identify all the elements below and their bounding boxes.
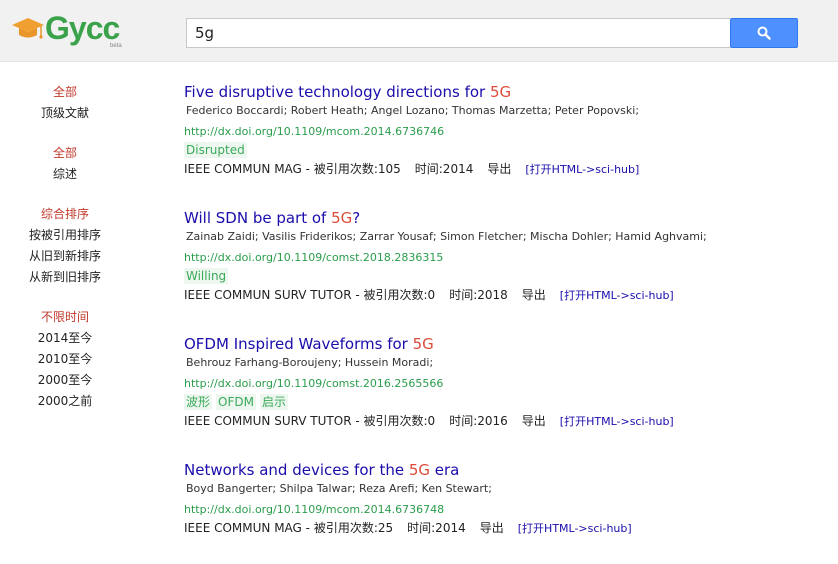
open-scihub-link[interactable]: [打开HTML->sci-hub]	[518, 522, 632, 535]
journal-citations: IEEE COMMUN SURV TUTOR - 被引用次数:0	[184, 288, 436, 302]
result-doi-link[interactable]: http://dx.doi.org/10.1109/mcom.2014.6736…	[184, 125, 824, 139]
result-title[interactable]: Networks and devices for the 5G era	[184, 461, 824, 479]
time-before-2000[interactable]: 2000之前	[0, 393, 130, 409]
keyword-tag[interactable]: Disrupted	[184, 142, 247, 158]
result-authors: Behrouz Farhang-Boroujeny; Hussein Morad…	[186, 356, 434, 369]
result-authors: Federico Boccardi; Robert Heath; Angel L…	[186, 104, 640, 117]
logo-beta: beta	[110, 43, 122, 49]
open-scihub-link[interactable]: [打开HTML->sci-hub]	[560, 415, 674, 428]
logo-text: Gycc	[45, 10, 120, 46]
result-meta: IEEE COMMUN MAG - 被引用次数:105 时间:2014 导出 [打开H…	[184, 161, 824, 178]
publication-year: 时间:2018	[449, 288, 508, 302]
result-authors: Zainab Zaidi; Vasilis Friderikos; Zarrar…	[186, 230, 707, 243]
keyword-tag[interactable]: OFDM	[216, 394, 256, 410]
export-link[interactable]: 导出	[487, 162, 511, 176]
graduation-cap-icon	[12, 18, 44, 39]
filter-top-literature[interactable]: 顶级文献	[0, 105, 130, 121]
filter-all-types[interactable]: 全部	[0, 145, 130, 161]
sort-by-citations[interactable]: 按被引用排序	[0, 227, 130, 243]
journal-citations: IEEE COMMUN MAG - 被引用次数:25	[184, 521, 394, 535]
result-title[interactable]: Will SDN be part of 5G?	[184, 209, 824, 227]
export-link[interactable]: 导出	[480, 521, 504, 535]
publication-year: 时间:2016	[449, 414, 508, 428]
open-scihub-link[interactable]: [打开HTML->sci-hub]	[525, 163, 639, 176]
search-button[interactable]	[730, 18, 798, 48]
filter-review[interactable]: 综述	[0, 166, 130, 182]
search-input[interactable]	[186, 18, 730, 48]
filter-all-literature[interactable]: 全部	[0, 84, 130, 100]
publication-year: 时间:2014	[407, 521, 466, 535]
result-tags: 波形 OFDM 启示	[184, 393, 824, 410]
search-result: Networks and devices for the 5G era Boyd…	[184, 461, 824, 537]
top-bar: Gycc beta	[0, 0, 838, 62]
export-link[interactable]: 导出	[522, 414, 546, 428]
journal-citations: IEEE COMMUN SURV TUTOR - 被引用次数:0	[184, 414, 436, 428]
result-doi-link[interactable]: http://dx.doi.org/10.1109/mcom.2014.6736…	[184, 503, 824, 517]
keyword-tag[interactable]: 波形	[184, 394, 213, 410]
result-meta: IEEE COMMUN SURV TUTOR - 被引用次数:0 时间:2016 导…	[184, 413, 824, 430]
search-result: OFDM Inspired Waveforms for 5G Behrouz F…	[184, 335, 824, 430]
result-doi-link[interactable]: http://dx.doi.org/10.1109/comst.2018.283…	[184, 251, 824, 265]
result-meta: IEEE COMMUN MAG - 被引用次数:25 时间:2014 导出 [打开HT…	[184, 520, 824, 537]
time-any[interactable]: 不限时间	[0, 309, 130, 325]
journal-citations: IEEE COMMUN MAG - 被引用次数:105	[184, 162, 401, 176]
search-result: Five disruptive technology directions fo…	[184, 83, 824, 178]
result-tags: Willing	[184, 267, 824, 284]
time-since-2010[interactable]: 2010至今	[0, 351, 130, 367]
time-since-2014[interactable]: 2014至今	[0, 330, 130, 346]
result-meta: IEEE COMMUN SURV TUTOR - 被引用次数:0 时间:2018 导…	[184, 287, 824, 304]
result-authors: Boyd Bangerter; Shilpa Talwar; Reza Aref…	[186, 482, 492, 495]
keyword-tag[interactable]: Willing	[184, 268, 229, 284]
export-link[interactable]: 导出	[522, 288, 546, 302]
sort-new-to-old[interactable]: 从新到旧排序	[0, 269, 130, 285]
keyword-tag[interactable]: 启示	[259, 394, 288, 410]
search-icon	[757, 26, 771, 40]
result-title[interactable]: OFDM Inspired Waveforms for 5G	[184, 335, 824, 353]
site-logo[interactable]: Gycc beta	[10, 8, 130, 49]
publication-year: 时间:2014	[414, 162, 474, 176]
search-result: Will SDN be part of 5G? Zainab Zaidi; Va…	[184, 209, 824, 304]
sort-relevance[interactable]: 综合排序	[0, 206, 130, 222]
result-doi-link[interactable]: http://dx.doi.org/10.1109/comst.2016.256…	[184, 377, 824, 391]
result-title[interactable]: Five disruptive technology directions fo…	[184, 83, 824, 101]
time-since-2000[interactable]: 2000至今	[0, 372, 130, 388]
result-tags: Disrupted	[184, 141, 824, 158]
sort-old-to-new[interactable]: 从旧到新排序	[0, 248, 130, 264]
filter-sidebar: 全部 顶级文献 全部 综述 综合排序 按被引用排序 从旧到新排序 从新到旧排序 …	[0, 62, 130, 564]
open-scihub-link[interactable]: [打开HTML->sci-hub]	[560, 289, 674, 302]
